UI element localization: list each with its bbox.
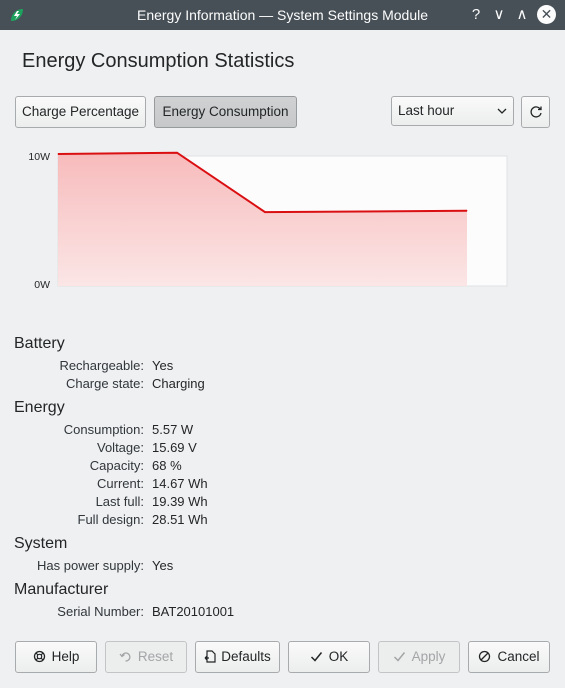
checkmark-icon	[393, 652, 405, 662]
energy-chart: 10W 0W	[28, 151, 508, 291]
ok-button[interactable]: OK	[288, 641, 370, 673]
defaults-button-label: Defaults	[221, 649, 271, 664]
serial-number-value: BAT20101001	[152, 604, 235, 619]
rechargeable-value: Yes	[152, 358, 174, 373]
help-lifebuoy-icon	[33, 650, 45, 663]
maximize-icon[interactable]: ∧	[512, 5, 532, 25]
consumption-label: Consumption:	[63, 422, 144, 437]
apply-button[interactable]: Apply	[378, 641, 460, 673]
chart-point-3	[466, 210, 468, 212]
ok-button-label: OK	[328, 649, 349, 664]
chart-point-0	[57, 153, 59, 155]
defaults-button[interactable]: Defaults	[195, 641, 280, 673]
consumption-value: 5.57 W	[152, 422, 194, 437]
system-heading: System	[14, 535, 68, 552]
full-design-value: 28.51 Wh	[152, 512, 208, 527]
y-tick-0w: 0W	[34, 279, 50, 291]
capacity-value: 68 %	[152, 458, 182, 473]
apply-button-label: Apply	[411, 649, 446, 664]
chart-point-1	[176, 152, 178, 154]
full-design-label: Full design:	[77, 512, 144, 527]
has-power-supply-value: Yes	[152, 558, 174, 573]
cancel-icon	[479, 650, 491, 663]
last-full-value: 19.39 Wh	[152, 494, 208, 509]
voltage-label: Voltage:	[97, 440, 144, 455]
serial-number-label: Serial Number:	[57, 604, 144, 619]
refresh-icon	[529, 106, 542, 118]
tab-charge-percentage[interactable]: Charge Percentage	[15, 96, 146, 128]
minimize-icon[interactable]: ∨	[489, 5, 509, 25]
history-range-value: Last hour	[398, 103, 455, 118]
window-titlebar[interactable]: Energy Information — System Settings Mod…	[0, 0, 565, 30]
capacity-label: Capacity:	[89, 458, 144, 473]
help-button[interactable]: Help	[15, 641, 97, 673]
last-full-label: Last full:	[95, 494, 144, 509]
manufacturer-heading: Manufacturer	[14, 581, 109, 598]
reset-button-label: Reset	[137, 649, 174, 664]
page-title: Energy Consumption Statistics	[22, 50, 295, 72]
chevron-down-icon	[497, 108, 507, 114]
cancel-button-label: Cancel	[497, 649, 540, 664]
battery-heading: Battery	[14, 335, 65, 352]
history-range-select[interactable]: Last hour	[391, 96, 514, 126]
has-power-supply-label: Has power supply:	[37, 558, 144, 573]
document-revert-icon	[204, 650, 216, 663]
energy-heading: Energy	[14, 399, 65, 416]
refresh-button[interactable]	[521, 96, 550, 128]
charge-state-label: Charge state:	[65, 376, 144, 391]
undo-icon	[119, 652, 131, 662]
y-tick-10w: 10W	[28, 151, 50, 163]
tab-energy-consumption[interactable]: Energy Consumption	[154, 96, 297, 128]
reset-button[interactable]: Reset	[105, 641, 187, 673]
help-button-label: Help	[51, 649, 80, 664]
cancel-button[interactable]: Cancel	[468, 641, 550, 673]
rechargeable-label: Rechargeable:	[59, 358, 144, 373]
voltage-value: 15.69 V	[152, 440, 197, 455]
help-icon[interactable]: ?	[466, 5, 486, 25]
close-icon[interactable]: ✕	[537, 5, 556, 24]
current-label: Current:	[97, 476, 144, 491]
chart-point-2	[264, 211, 266, 213]
current-value: 14.67 Wh	[152, 476, 208, 491]
charge-state-value: Charging	[152, 376, 205, 391]
checkmark-icon	[310, 652, 322, 662]
